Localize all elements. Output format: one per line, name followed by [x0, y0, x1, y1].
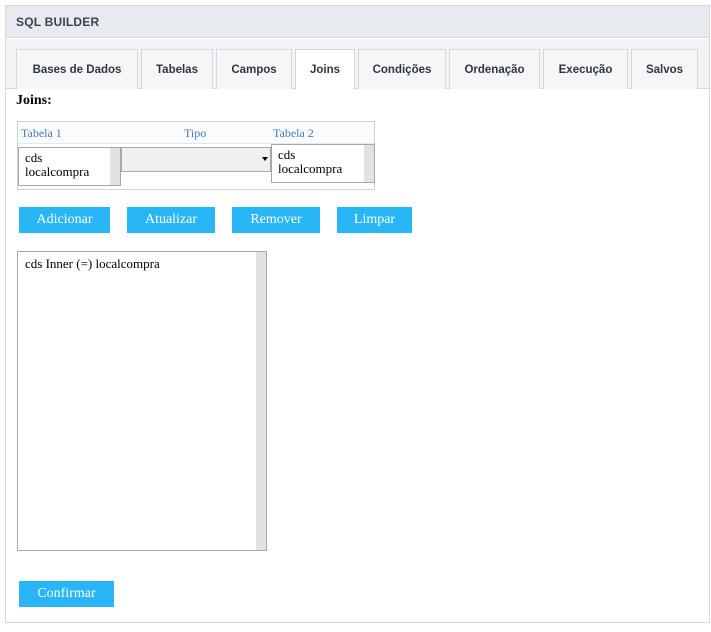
table2-scrollbar[interactable]	[364, 145, 374, 182]
column-header-table2: Tabela 2	[273, 126, 314, 140]
column-header-table1: Tabela 1	[21, 126, 62, 140]
table2-option[interactable]: localcompra	[278, 162, 374, 176]
sql-builder-panel: SQL BUILDER Bases de Dados Tabelas Campo…	[5, 5, 710, 623]
tab-ordenacao[interactable]: Ordenação	[449, 49, 540, 89]
tab-condicoes[interactable]: Condições	[358, 49, 446, 89]
table2-option[interactable]: cds	[278, 148, 374, 162]
confirm-button[interactable]: Confirmar	[19, 581, 114, 607]
tab-campos[interactable]: Campos	[216, 49, 292, 89]
result-scrollbar[interactable]	[256, 252, 266, 550]
join-grid: Tabela 1 Tipo Tabela 2 cds localcompra c…	[17, 121, 375, 190]
join-list-item[interactable]: cds Inner (=) localcompra	[25, 256, 160, 272]
tab-salvos[interactable]: Salvos	[631, 49, 698, 89]
clear-joins-button[interactable]: Limpar	[337, 207, 412, 233]
join-grid-header: Tabela 1 Tipo Tabela 2	[18, 122, 374, 144]
tab-execucao[interactable]: Execução	[543, 49, 628, 89]
update-join-button[interactable]: Atualizar	[127, 207, 215, 233]
add-join-button[interactable]: Adicionar	[19, 207, 110, 233]
tab-bar: Bases de Dados Tabelas Campos Joins Cond…	[6, 39, 709, 90]
join-type-select[interactable]	[121, 147, 271, 172]
joins-result-list[interactable]: cds Inner (=) localcompra	[17, 251, 267, 551]
dropdown-arrow-icon[interactable]	[262, 157, 268, 161]
column-header-type: Tipo	[184, 126, 207, 140]
table1-option[interactable]: cds	[25, 151, 120, 165]
tab-tabelas[interactable]: Tabelas	[141, 49, 213, 89]
tab-joins[interactable]: Joins	[295, 49, 355, 90]
table2-listbox[interactable]: cds localcompra	[271, 144, 375, 183]
joins-section-label: Joins:	[16, 93, 52, 108]
table1-listbox[interactable]: cds localcompra	[18, 147, 121, 186]
window-title: SQL BUILDER	[16, 15, 100, 29]
table1-option[interactable]: localcompra	[25, 165, 120, 179]
title-bar: SQL BUILDER	[6, 6, 709, 38]
remove-join-button[interactable]: Remover	[232, 207, 320, 233]
table1-scrollbar[interactable]	[110, 148, 120, 185]
tab-bases-de-dados[interactable]: Bases de Dados	[16, 49, 138, 89]
